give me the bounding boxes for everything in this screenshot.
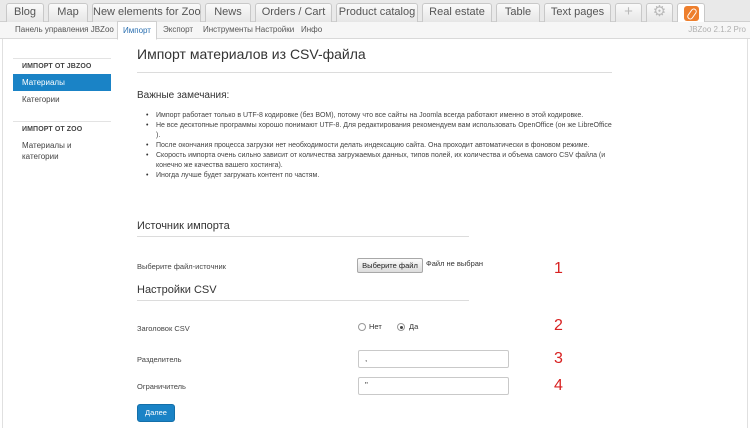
submenu-tools[interactable]: Инструменты [198,22,258,39]
file-label: Выберите файл-источник [137,262,226,271]
header-radio-no-label: Нет [369,322,382,331]
zoo-app-icon[interactable] [677,3,705,23]
next-button[interactable]: Далее [137,404,175,422]
submenu-export[interactable]: Экспорт [158,22,198,39]
tab-text-pages[interactable]: Text pages [544,3,611,22]
annotation-number: 4 [554,377,563,394]
sidebar: ИМПОРТ ОТ JBZOO Материалы Категории ИМПО… [13,58,111,165]
section-csv-title: Настройки CSV [137,284,217,296]
note-item: Импорт работает только в UTF-8 кодировке… [146,111,616,121]
tab-table[interactable]: Table [496,3,540,22]
choose-file-button[interactable]: Выберите файл [357,258,423,273]
tab-map[interactable]: Map [48,3,88,22]
tab-news[interactable]: News [205,3,251,22]
enclosure-label: Ограничитель [137,382,186,391]
sub-menu: Панель управления JBZoo Импорт Экспорт И… [0,21,750,40]
header-radio-yes-label: Да [409,322,419,331]
tab-new-elements[interactable]: New elements for Zoo [92,3,201,22]
header-label: Заголовок CSV [137,324,190,333]
version-label: JBZoo 2.1.2 Pro [688,25,746,34]
annotation-number: 2 [554,317,563,334]
frame-border-left [2,39,3,428]
annotation-number: 1 [554,260,563,277]
tab-real-estate[interactable]: Real estate [422,3,492,22]
title-divider [137,72,612,73]
sidebar-group-zoo: ИМПОРТ ОТ ZOO [13,121,111,137]
submenu-info[interactable]: Инфо [296,22,327,39]
page-title: Импорт материалов из CSV-файла [137,46,366,62]
delimiter-label: Разделитель [137,355,182,364]
note-item: Не все десктопные программы хорошо поним… [146,121,616,141]
header-radio-yes[interactable] [397,323,405,331]
sidebar-item-jbzoo-categories[interactable]: Категории [13,91,111,108]
tab-orders[interactable]: Orders / Cart [255,3,332,22]
app-tab-bar: Blog Map New elements for Zoo News Order… [0,0,750,23]
header-radio-no[interactable] [358,323,366,331]
enclosure-input[interactable]: " [358,377,509,395]
file-status: Файл не выбран [426,259,484,268]
section-csv-divider [137,300,469,301]
submenu-dashboard[interactable]: Панель управления JBZoo [10,22,119,39]
note-continuation: Иногда лучше будет загружать контент по … [146,171,616,181]
tab-blog[interactable]: Blog [6,3,44,22]
section-source-title: Источник импорта [137,220,230,232]
annotation-number: 3 [554,350,563,367]
note-item: Скорость импорта очень сильно зависит от… [146,151,616,171]
notes-title: Важные замечания: [137,90,230,101]
sidebar-item-jbzoo-materials[interactable]: Материалы [13,74,111,91]
submenu-import[interactable]: Импорт [117,21,157,40]
sidebar-group-jbzoo: ИМПОРТ ОТ JBZOO [13,58,111,74]
submenu-settings[interactable]: Настройки [250,22,299,39]
gear-icon[interactable]: ⚙ [646,3,673,22]
note-item: После окончания процесса загрузки нет не… [146,141,616,151]
plus-icon[interactable]: + [615,3,642,22]
sidebar-item-zoo-materials-categories[interactable]: Материалы и категории [13,137,83,165]
zoo-icon [683,6,699,21]
tab-product-catalog[interactable]: Product catalog [336,3,418,22]
delimiter-input[interactable]: , [358,350,509,368]
frame-border-right [747,39,748,428]
section-source-divider [137,236,469,237]
notes-list: Импорт работает только в UTF-8 кодировке… [146,111,616,181]
